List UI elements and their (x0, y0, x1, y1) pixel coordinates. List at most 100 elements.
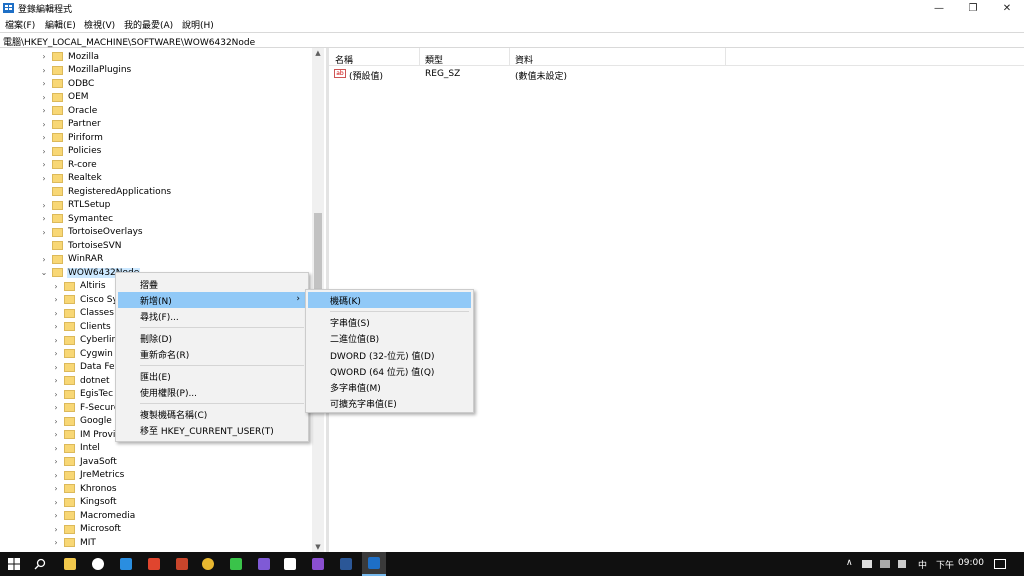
column-type[interactable]: 類型 (425, 53, 443, 66)
tree-item[interactable]: › dotnet (51, 374, 111, 387)
chevron-icon[interactable]: › (39, 158, 49, 171)
new-dword-value[interactable]: DWORD (32-位元) 值(D) (308, 347, 471, 363)
tree-item[interactable]: › Policies (39, 145, 102, 158)
chevron-icon[interactable]: › (51, 415, 61, 428)
tree-item[interactable]: › Realtek (39, 172, 103, 185)
taskbar-app-4[interactable] (252, 552, 276, 576)
column-divider[interactable] (509, 48, 510, 66)
taskbar-word[interactable] (334, 552, 358, 576)
value-row[interactable]: ab (預設值) REG_SZ (數值未設定) (329, 67, 1024, 82)
chevron-icon[interactable]: › (51, 388, 61, 401)
taskbar-explorer[interactable] (58, 552, 82, 576)
chevron-icon[interactable]: › (39, 145, 49, 158)
chevron-icon[interactable]: › (51, 442, 61, 455)
volume-icon[interactable] (898, 560, 906, 568)
new-string-value[interactable]: 字串值(S) (308, 314, 471, 330)
menu-favorites[interactable]: 我的最愛(A) (124, 18, 173, 31)
column-divider[interactable] (419, 48, 420, 66)
chevron-icon[interactable]: › (51, 374, 61, 387)
tree-item[interactable]: › JavaSoft (51, 455, 118, 468)
tree-item[interactable]: › IM Provi (51, 428, 116, 441)
taskbar-app-3[interactable] (170, 552, 194, 576)
chevron-icon[interactable]: › (51, 428, 61, 441)
scroll-down-icon[interactable]: ▼ (312, 542, 324, 552)
ctx-collapse[interactable]: 摺疊 (118, 276, 306, 292)
taskbar-edge[interactable] (114, 552, 138, 576)
ctx-new[interactable]: 新增(N) › (118, 292, 306, 308)
tree-item[interactable]: › TortoiseOverlays (39, 226, 144, 239)
battery-icon[interactable] (862, 560, 872, 568)
tree-item[interactable]: › Clients (51, 320, 112, 333)
ctx-find[interactable]: 尋找(F)... (118, 308, 306, 324)
taskbar-app-1[interactable] (86, 552, 110, 576)
chevron-icon[interactable]: › (39, 212, 49, 225)
chevron-icon[interactable]: › (39, 172, 49, 185)
column-name[interactable]: 名稱 (335, 53, 353, 66)
tree-item[interactable]: › Mozilla (39, 50, 100, 63)
tree-item[interactable]: › Macromedia (51, 509, 136, 522)
chevron-icon[interactable]: › (39, 118, 49, 131)
chevron-icon[interactable]: › (39, 253, 49, 266)
chevron-icon[interactable]: › (39, 226, 49, 239)
tree-item[interactable]: TortoiseSVN (39, 239, 123, 252)
chevron-icon[interactable]: › (39, 199, 49, 212)
tree-item[interactable]: › R-core (39, 158, 98, 171)
chevron-icon[interactable]: › (39, 91, 49, 104)
tree-item[interactable]: › Khronos (51, 482, 118, 495)
chevron-icon[interactable]: › (39, 131, 49, 144)
menu-edit[interactable]: 編輯(E) (45, 18, 76, 31)
chevron-icon[interactable]: › (39, 50, 49, 63)
tree-item[interactable]: › Altiris (51, 280, 107, 293)
tree-item[interactable]: › Oracle (39, 104, 98, 117)
chevron-icon[interactable]: › (51, 347, 61, 360)
chevron-icon[interactable]: › (51, 320, 61, 333)
tree-item[interactable]: › Partner (39, 118, 102, 131)
start-button[interactable] (2, 552, 26, 576)
chevron-icon[interactable]: › (51, 455, 61, 468)
tree-item[interactable]: › Cygwin (51, 347, 114, 360)
tree-item[interactable]: › Symantec (39, 212, 114, 225)
chevron-icon[interactable]: › (51, 469, 61, 482)
menu-help[interactable]: 說明(H) (182, 18, 214, 31)
tray-chevron-up-icon[interactable]: ∧ (846, 558, 853, 568)
chevron-icon[interactable]: › (51, 509, 61, 522)
chevron-icon[interactable]: › (51, 496, 61, 509)
chevron-icon[interactable]: › (39, 64, 49, 77)
tree-item[interactable]: › F-Secure (51, 401, 120, 414)
tree-item[interactable]: › Classes (51, 307, 115, 320)
chevron-icon[interactable]: › (51, 293, 61, 306)
tree-item[interactable]: › MIT (51, 536, 97, 549)
taskbar-app-2[interactable] (142, 552, 166, 576)
network-icon[interactable] (880, 560, 890, 568)
chevron-icon[interactable]: › (51, 523, 61, 536)
chevron-icon[interactable]: › (51, 280, 61, 293)
notification-icon[interactable] (994, 559, 1006, 569)
taskbar-visual-studio[interactable] (306, 552, 330, 576)
ctx-copy-key-name[interactable]: 複製機碼名稱(C) (118, 406, 306, 422)
tree-item[interactable]: › JreMetrics (51, 469, 125, 482)
tree-item[interactable]: › Intel (51, 442, 101, 455)
close-button[interactable]: ✕ (990, 0, 1024, 16)
tree-item[interactable]: › RTLSetup (39, 199, 111, 212)
ctx-permissions[interactable]: 使用權限(P)... (118, 384, 306, 400)
new-multi-string-value[interactable]: 多字串值(M) (308, 379, 471, 395)
restore-button[interactable]: ❐ (956, 0, 990, 16)
menu-view[interactable]: 檢視(V) (84, 18, 115, 31)
column-data[interactable]: 資料 (515, 53, 533, 66)
scroll-up-icon[interactable]: ▲ (312, 48, 324, 58)
search-button[interactable] (28, 552, 52, 576)
new-binary-value[interactable]: 二進位值(B) (308, 330, 471, 346)
tree-item[interactable]: › Cyberlin (51, 334, 118, 347)
taskbar-app-5[interactable] (278, 552, 302, 576)
clock-ampm[interactable]: 下午 (936, 558, 954, 571)
address-path[interactable]: 電腦\HKEY_LOCAL_MACHINE\SOFTWARE\WOW6432No… (3, 35, 255, 48)
chevron-icon[interactable]: › (39, 77, 49, 90)
chevron-icon[interactable]: › (51, 482, 61, 495)
chevron-icon[interactable]: › (51, 361, 61, 374)
tree-item[interactable]: › Kingsoft (51, 496, 118, 509)
tree-item[interactable]: › ODBC (39, 77, 95, 90)
new-key[interactable]: 機碼(K) (308, 292, 471, 308)
tree-item[interactable]: › OEM (39, 91, 90, 104)
tree-item[interactable]: › Cisco Sy (51, 293, 119, 306)
tree-item[interactable]: › EgisTec (51, 388, 114, 401)
